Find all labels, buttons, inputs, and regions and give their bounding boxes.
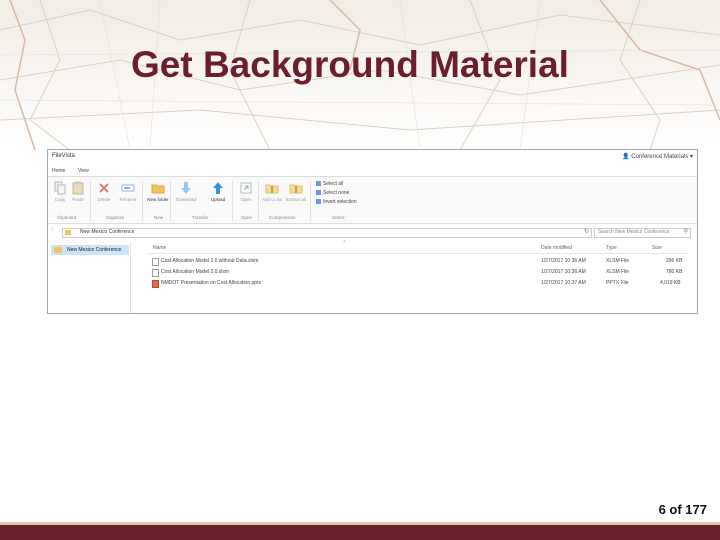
paste-button[interactable]: Paste (66, 181, 90, 202)
folder-icon (54, 247, 62, 253)
group-label-clipboard: Clipboard (57, 215, 77, 220)
ribbon-divider (232, 181, 233, 221)
delete-icon (99, 183, 109, 193)
new-folder-button[interactable]: New folder (146, 181, 170, 202)
invert-selection-icon (316, 199, 321, 205)
download-button[interactable]: Download (174, 181, 198, 202)
file-list: Name Date modified Type Size ˄ Cost Allo… (148, 239, 688, 313)
ribbon-divider (170, 181, 171, 221)
new-folder-icon (151, 184, 165, 194)
column-header-date-modified[interactable]: Date modified (541, 245, 572, 251)
header-divider (148, 253, 688, 254)
select-none-icon (316, 190, 321, 196)
file-name: Cost Allocation Model 2.0 without Data.x… (161, 258, 259, 264)
open-button[interactable]: Open (234, 181, 258, 202)
user-icon: 👤 (622, 154, 630, 160)
upload-button[interactable]: Upload (206, 181, 230, 202)
address-field[interactable]: New Mexico Conference ↻ (62, 228, 592, 238)
file-type: XLSM File (606, 258, 630, 264)
title-bar: FileVista 👤 Conference Materials ▾ (48, 150, 697, 166)
group-label-open: Open (241, 215, 253, 220)
sort-indicator-icon: ˄ (343, 239, 346, 245)
address-path: New Mexico Conference (80, 229, 135, 235)
address-bar: ↑ New Mexico Conference ↻ Search New Mex… (48, 226, 697, 238)
file-date: 1/27/2017 10:37 AM (541, 280, 586, 286)
file-type: PPTX File (606, 280, 629, 286)
file-name: NMDOT Presentation on Cost Allocation.pp… (161, 280, 261, 286)
folder-icon (65, 230, 71, 235)
add-to-zip-button[interactable]: Add to zip (260, 181, 284, 202)
ribbon-tabs: Home View (48, 166, 697, 177)
user-menu-label: Conference Materials (631, 154, 689, 160)
group-label-select: Select (332, 215, 345, 220)
group-label-transfer: Transfer (192, 215, 209, 220)
rename-icon (121, 184, 135, 192)
nav-item-label: New Mexico Conference (67, 247, 122, 253)
powerpoint-file-icon (152, 280, 159, 288)
paste-icon (72, 181, 84, 195)
ribbon: Copy Paste Delete Rename New folder Down… (48, 177, 697, 224)
file-row[interactable]: Cost Allocation Model 2.0.xlsm 1/27/2017… (148, 267, 688, 277)
extract-all-button[interactable]: Extract all (284, 181, 308, 202)
select-all-icon (316, 181, 321, 187)
group-label-new: New (154, 215, 164, 220)
user-menu[interactable]: 👤 Conference Materials ▾ (622, 153, 693, 160)
file-size: 780 KB (666, 269, 683, 275)
open-icon (240, 182, 252, 194)
download-icon (181, 182, 191, 194)
search-input[interactable]: Search New Mexico Conference ⚲ (594, 228, 691, 238)
file-date: 1/27/2017 10:36 AM (541, 258, 586, 264)
slide-title: Get Background Material (131, 44, 569, 85)
column-header-size[interactable]: Size (652, 245, 662, 251)
select-none-button[interactable]: Select none (316, 190, 349, 197)
file-type: XLSM File (606, 269, 630, 275)
search-placeholder: Search New Mexico Conference (598, 229, 670, 235)
zip-extract-icon (289, 184, 303, 194)
file-size: 296 KB (666, 258, 683, 264)
excel-file-icon (152, 258, 159, 266)
excel-file-icon (152, 269, 159, 277)
delete-button[interactable]: Delete (92, 181, 116, 202)
rename-button[interactable]: Rename (116, 181, 140, 202)
file-row[interactable]: Cost Allocation Model 2.0 without Data.x… (148, 256, 688, 266)
app-title: FileVista (52, 153, 75, 159)
search-icon: ⚲ (683, 229, 688, 235)
group-label-organize: Organize (106, 215, 125, 220)
upload-icon (213, 182, 223, 194)
nav-item-new-mexico-conference[interactable]: New Mexico Conference (51, 245, 129, 255)
refresh-icon[interactable]: ↻ (584, 228, 589, 235)
copy-icon (54, 181, 66, 195)
tab-view[interactable]: View (78, 168, 89, 174)
file-size: 4,019 KB (660, 280, 681, 286)
file-manager-window: FileVista 👤 Conference Materials ▾ Home … (47, 149, 698, 314)
page-number: 6 of 177 (658, 502, 707, 517)
zip-add-icon (265, 184, 279, 194)
column-header-type[interactable]: Type (606, 245, 617, 251)
ribbon-divider (90, 181, 91, 221)
invert-selection-button[interactable]: Invert selection (316, 199, 357, 206)
tab-home[interactable]: Home (52, 168, 65, 174)
up-arrow-icon[interactable]: ↑ (51, 227, 54, 233)
ribbon-divider (310, 181, 311, 221)
footer-stripe (0, 522, 720, 525)
chevron-down-icon: ▾ (689, 154, 693, 160)
select-all-button[interactable]: Select all (316, 181, 343, 188)
ribbon-divider (142, 181, 143, 221)
footer-bar (0, 522, 720, 540)
column-header-name[interactable]: Name (153, 245, 166, 251)
file-row[interactable]: NMDOT Presentation on Cost Allocation.pp… (148, 278, 688, 288)
navigation-tree: New Mexico Conference (48, 241, 131, 313)
file-date: 1/27/2017 10:36 AM (541, 269, 586, 275)
file-name: Cost Allocation Model 2.0.xlsm (161, 269, 230, 275)
group-label-compression: Compression (269, 215, 296, 220)
ribbon-divider (258, 181, 259, 221)
